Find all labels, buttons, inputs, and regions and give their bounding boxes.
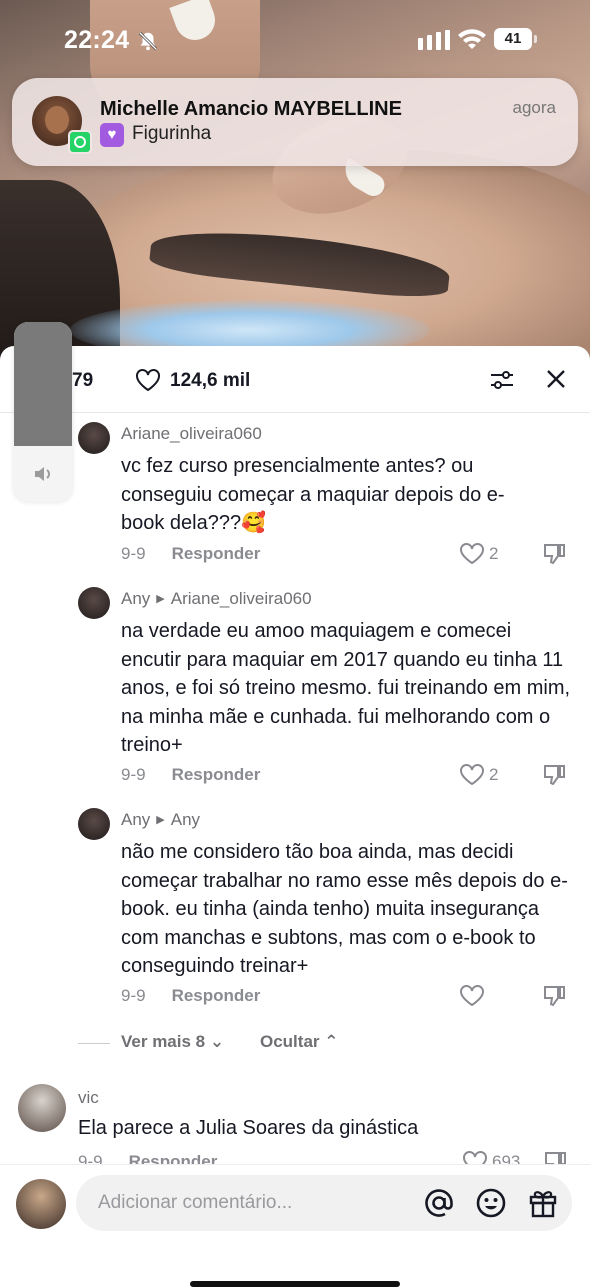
view-more-label: Ver mais 8 [121, 1032, 206, 1051]
comment-date: 9-9 [78, 1152, 103, 1164]
comment-item: Ariane_oliveira060 vc fez curso presenci… [78, 422, 578, 572]
comment-date: 9-9 [121, 544, 146, 563]
chevron-down-icon: ⌄ [209, 1032, 225, 1051]
emoji-icon[interactable] [475, 1187, 507, 1219]
divider [78, 1043, 110, 1044]
notification-title: Michelle Amancio MAYBELLINE [100, 98, 402, 120]
comment-text: vc fez curso presencialmente antes? ou c… [121, 455, 505, 534]
comment-text: Ela parece a Julia Soares da ginástica [78, 1117, 419, 1139]
avatar[interactable] [78, 587, 110, 619]
dislike-icon[interactable] [541, 762, 567, 786]
dislike-icon[interactable] [542, 1149, 568, 1164]
like-count: 2 [489, 544, 499, 563]
heart-sticker-icon: ♥ [100, 123, 124, 147]
comment-input-bar [0, 1164, 590, 1287]
view-more-replies-button[interactable]: Ver mais 8 ⌄ [121, 1032, 224, 1052]
comment-date: 9-9 [121, 986, 146, 1005]
heart-icon[interactable] [135, 368, 161, 392]
hide-label: Ocultar [260, 1032, 320, 1051]
volume-slider[interactable] [14, 322, 72, 502]
comment-text: na verdade eu amoo maquiagem e comecei e… [121, 620, 571, 756]
notification-banner[interactable]: Michelle Amancio MAYBELLINE agora ♥ Figu… [12, 78, 578, 166]
cellular-signal-icon [418, 30, 450, 50]
like-count: 2 [489, 765, 499, 784]
my-avatar[interactable] [16, 1179, 66, 1229]
comment-item: vic Ela parece a Julia Soares da ginásti… [18, 1084, 578, 1164]
reply-author[interactable]: Any [121, 810, 150, 829]
reply-button[interactable]: Responder [129, 1152, 218, 1164]
status-bar: 22:24 41 [0, 0, 590, 80]
comment-meta: 9-9 Responder [78, 1152, 217, 1164]
notification-time: agora [512, 98, 556, 117]
reply-button[interactable]: Responder [172, 765, 261, 784]
whatsapp-icon [68, 130, 92, 154]
reply-button[interactable]: Responder [172, 986, 261, 1005]
reply-author[interactable]: Any [121, 589, 150, 608]
comment-text: não me considero tão boa ainda, mas deci… [121, 841, 568, 977]
gift-icon[interactable] [527, 1187, 559, 1219]
mention-icon[interactable] [423, 1187, 455, 1219]
filter-icon[interactable] [489, 368, 515, 392]
likes-count: 124,6 mil [170, 370, 251, 391]
comment-meta: 9-9 Responder [121, 544, 260, 564]
comments-header: 79 124,6 mil [0, 346, 590, 413]
reply-button[interactable]: Responder [172, 544, 261, 563]
comment-username[interactable]: Any ▶ Any [121, 810, 200, 830]
close-icon[interactable] [545, 368, 567, 390]
comment-meta: 9-9 Responder [121, 765, 260, 785]
battery-level: 41 [494, 28, 532, 50]
comment-reply: Any ▶ Any não me considero tão boa ainda, … [78, 808, 578, 1008]
reply-arrow-icon: ▶ [156, 593, 165, 605]
like-icon[interactable] [462, 1151, 488, 1164]
like-icon[interactable] [459, 543, 485, 565]
like-count: 693 [492, 1152, 521, 1164]
dislike-icon[interactable] [541, 983, 567, 1007]
chevron-up-icon: ⌃ [324, 1032, 339, 1051]
bell-slash-icon [138, 31, 158, 51]
home-indicator [190, 1281, 400, 1287]
dislike-icon[interactable] [541, 541, 567, 565]
comment-count: 79 [72, 370, 94, 391]
status-time: 22:24 [64, 26, 130, 54]
comment-reply: Any ▶ Ariane_oliveira060 na verdade eu amo… [78, 587, 578, 787]
avatar[interactable] [78, 422, 110, 454]
comment-meta: 9-9 Responder [121, 986, 260, 1006]
avatar[interactable] [78, 808, 110, 840]
comment-date: 9-9 [121, 765, 146, 784]
volume-fill [14, 322, 72, 447]
reply-arrow-icon: ▶ [156, 814, 165, 826]
wifi-icon [458, 29, 486, 49]
comment-username[interactable]: vic [78, 1088, 99, 1108]
battery-icon: 41 [494, 28, 538, 50]
like-icon[interactable] [459, 985, 485, 1007]
battery-tip [534, 35, 537, 43]
hide-replies-button[interactable]: Ocultar ⌃ [260, 1032, 339, 1052]
comments-sheet: 79 124,6 mil Ariane_oliveira060 vc fez c… [0, 346, 590, 1287]
comment-username[interactable]: Any ▶ Ariane_oliveira060 [121, 589, 312, 609]
reply-target[interactable]: Ariane_oliveira060 [171, 589, 312, 608]
comment-username[interactable]: Ariane_oliveira060 [121, 424, 262, 444]
speaker-icon [35, 467, 50, 481]
avatar[interactable] [18, 1084, 66, 1132]
like-icon[interactable] [459, 764, 485, 786]
notification-subtitle: Figurinha [132, 123, 212, 144]
reply-target[interactable]: Any [171, 810, 200, 829]
